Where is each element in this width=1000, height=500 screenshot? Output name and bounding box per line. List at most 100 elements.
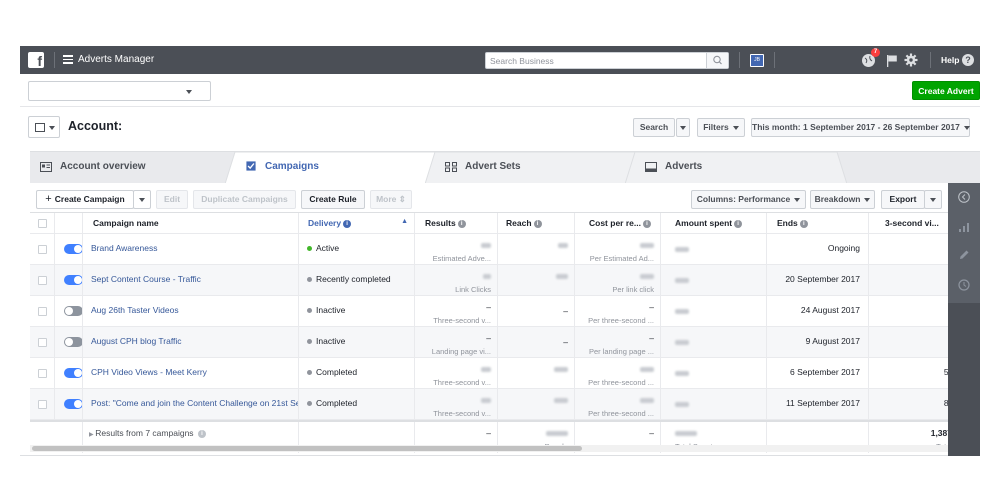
flag-icon[interactable] <box>886 54 898 67</box>
campaign-toggle[interactable] <box>64 337 82 347</box>
clock-icon[interactable] <box>958 279 970 291</box>
cost-sublabel: Per landing page ... <box>588 347 654 356</box>
create-campaign-button[interactable]: + Create Campaign <box>36 190 134 209</box>
create-advert-button[interactable]: Create Advert <box>912 81 980 100</box>
tab-account-overview[interactable]: Account overview <box>30 152 230 183</box>
campaign-name-link[interactable]: CPH Video Views - Meet Kerry <box>83 367 207 377</box>
column-header-results[interactable]: Results i <box>415 213 498 233</box>
table-row[interactable]: Brand Awareness Active Estimated Adve... Pe… <box>30 234 948 265</box>
table-row[interactable]: Post: "Come and join the Content Challen… <box>30 389 948 420</box>
select-all-checkbox[interactable] <box>38 219 47 228</box>
info-icon[interactable]: i <box>457 219 466 228</box>
breakdown-dropdown[interactable]: Breakdown <box>810 190 875 209</box>
table-row[interactable]: CPH Video Views - Meet Kerry Completed Thr… <box>30 358 948 389</box>
column-header-three-second-views[interactable]: 3-second vi... <box>869 213 948 233</box>
info-icon[interactable]: i <box>533 219 542 228</box>
bar-chart-icon[interactable] <box>958 221 970 233</box>
create-campaign-dropdown[interactable] <box>133 190 151 209</box>
help-question-icon[interactable]: ? <box>962 54 974 66</box>
notification-count-badge: 7 <box>871 48 880 57</box>
results-cell: Estimated Adve... <box>415 234 498 264</box>
ends-cell: 6 September 2017 <box>767 358 869 388</box>
scrollbar-thumb[interactable] <box>32 446 582 451</box>
info-icon[interactable]: i <box>642 219 651 228</box>
tab-advert-sets[interactable]: Advert Sets <box>435 152 635 183</box>
edit-button[interactable]: Edit <box>156 190 188 209</box>
search-button[interactable] <box>706 53 728 68</box>
chevron-down-icon <box>680 125 686 130</box>
campaign-name-link[interactable]: Brand Awareness <box>83 243 157 253</box>
sort-ascending-icon[interactable]: ▲ <box>401 213 408 232</box>
app-title[interactable]: Adverts Manager <box>78 54 154 65</box>
campaign-name-link[interactable]: Sept Content Course - Traffic <box>83 274 201 284</box>
info-icon[interactable]: i <box>799 219 808 228</box>
row-checkbox[interactable] <box>38 400 47 409</box>
column-header-reach[interactable]: Reach i <box>498 213 575 233</box>
cost-sublabel: Per link click <box>612 285 654 294</box>
table-row[interactable]: Aug 26th Taster Videos Inactive – Three-sec… <box>30 296 948 327</box>
account-menu-button[interactable] <box>28 116 60 138</box>
row-toggle-cell <box>55 389 83 419</box>
campaign-toggle[interactable] <box>64 244 82 254</box>
create-rule-button[interactable]: Create Rule <box>301 190 365 209</box>
horizontal-scrollbar[interactable] <box>30 445 948 452</box>
info-icon[interactable]: i <box>197 429 206 438</box>
pencil-icon[interactable] <box>958 249 970 261</box>
hamburger-menu-icon[interactable] <box>63 55 73 64</box>
tab-adverts[interactable]: Adverts <box>635 152 835 183</box>
gear-icon[interactable] <box>904 53 918 67</box>
status-dot-icon <box>307 401 312 407</box>
collapse-chevron-left-icon[interactable] <box>958 191 970 203</box>
campaign-toggle[interactable] <box>64 368 82 378</box>
help-link[interactable]: Help <box>941 55 959 65</box>
campaigns-table: Campaign name Delivery i ▲ Results i Reach i… <box>30 212 948 453</box>
info-icon[interactable]: i <box>343 219 352 228</box>
column-header-cost-per-result[interactable]: Cost per re... i <box>575 213 661 233</box>
column-header-amount-spent[interactable]: Amount spent i <box>661 213 767 233</box>
cost-sublabel: Per Estimated Ad... <box>589 254 654 263</box>
search-options-dropdown[interactable] <box>676 118 690 137</box>
search-business-input[interactable] <box>486 53 706 68</box>
row-checkbox[interactable] <box>38 276 47 285</box>
columns-dropdown[interactable]: Columns: Performance <box>691 190 806 209</box>
column-header-ends[interactable]: Ends i <box>767 213 869 233</box>
column-header-delivery[interactable]: Delivery i ▲ <box>299 213 415 233</box>
three-second-views-cell: – <box>869 265 948 295</box>
ends-date: 6 September 2017 <box>790 367 860 377</box>
campaign-toggle[interactable] <box>64 306 82 316</box>
filters-button[interactable]: Filters <box>697 118 745 137</box>
row-checkbox[interactable] <box>38 307 47 316</box>
row-checkbox[interactable] <box>38 338 47 347</box>
checkbox-checked-icon <box>246 161 256 171</box>
reach-cell <box>498 265 575 295</box>
table-row[interactable]: August CPH blog Traffic Inactive – Landing … <box>30 327 948 358</box>
info-icon[interactable]: i <box>734 219 743 228</box>
business-avatar[interactable]: JB <box>750 54 764 67</box>
date-range-picker[interactable]: This month: 1 September 2017 - 26 Septem… <box>751 118 970 137</box>
metric-value <box>575 240 654 250</box>
duplicate-campaigns-button[interactable]: Duplicate Campaigns <box>193 190 296 209</box>
export-dropdown[interactable] <box>924 190 942 209</box>
cost-header-label: Cost per re... <box>589 218 641 228</box>
amount-spent-cell <box>661 327 767 357</box>
campaign-name-link[interactable]: Post: "Come and join the Content Challen… <box>83 398 298 408</box>
reach-header-label: Reach <box>506 218 532 228</box>
campaign-name-link[interactable]: August CPH blog Traffic <box>83 336 182 346</box>
facebook-logo-icon[interactable]: f <box>28 52 44 69</box>
campaign-name-link[interactable]: Aug 26th Taster Videos <box>83 305 179 315</box>
table-row[interactable]: Sept Content Course - Traffic Recently co… <box>30 265 948 296</box>
campaign-toggle[interactable] <box>64 399 82 409</box>
account-selector-dropdown[interactable] <box>28 81 211 101</box>
campaign-toggle[interactable] <box>64 275 82 285</box>
more-button[interactable]: More ⇕ <box>370 190 412 209</box>
cost-sublabel: Per three-second ... <box>588 316 654 325</box>
column-header-campaign-name[interactable]: Campaign name <box>83 213 299 233</box>
amount-spent-cell <box>661 389 767 419</box>
row-checkbox[interactable] <box>38 245 47 254</box>
search-filter-button[interactable]: Search <box>633 118 675 137</box>
row-checkbox[interactable] <box>38 369 47 378</box>
tab-campaigns[interactable]: Campaigns <box>235 152 435 183</box>
export-button[interactable]: Export <box>881 190 925 209</box>
results-sublabel: Landing page vi... <box>431 347 491 356</box>
amount-spent-value <box>675 402 689 407</box>
